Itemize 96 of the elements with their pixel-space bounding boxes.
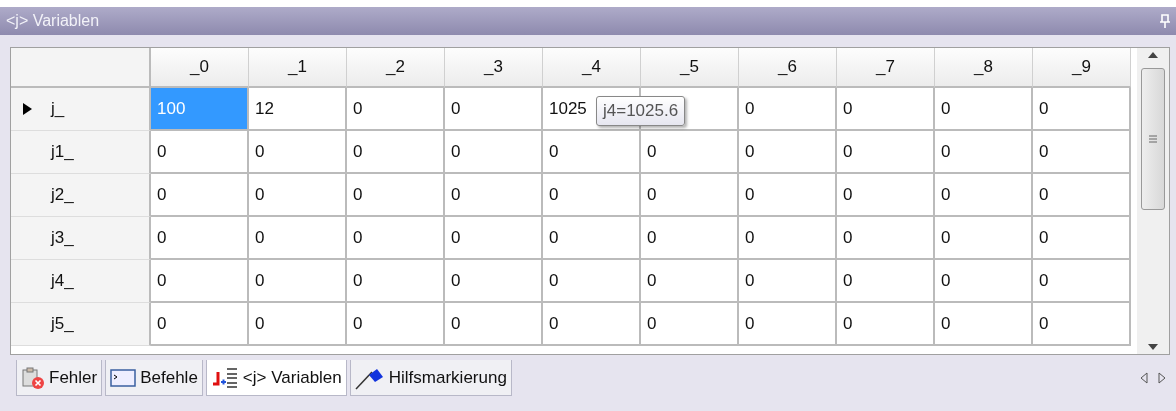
panel-tab[interactable]: <j> Variablen — [205, 360, 347, 396]
table-cell[interactable]: 0 — [445, 217, 543, 260]
row-name: j1_ — [51, 142, 74, 162]
table-cell[interactable]: 0 — [837, 217, 935, 260]
table-cell[interactable]: 0 — [347, 303, 445, 346]
table-cell[interactable]: 0 — [837, 131, 935, 174]
panel-title: <j> Variablen — [6, 12, 100, 30]
table-cell[interactable]: 0 — [641, 131, 739, 174]
table-cell[interactable]: 0 — [935, 260, 1033, 303]
table-cell[interactable]: 0 — [249, 260, 347, 303]
row-header[interactable]: j5_ — [11, 303, 151, 346]
column-header[interactable]: _5 — [641, 48, 739, 88]
column-header[interactable]: _9 — [1033, 48, 1131, 88]
grip-icon — [1149, 135, 1157, 143]
column-header[interactable]: _7 — [837, 48, 935, 88]
table-cell[interactable]: 0 — [739, 174, 837, 217]
table-cell[interactable]: 0 — [739, 217, 837, 260]
table-cell[interactable]: 0 — [1033, 174, 1131, 217]
table-cell[interactable]: 0 — [445, 174, 543, 217]
console-icon — [110, 368, 137, 387]
table-cell[interactable]: 0 — [837, 88, 935, 131]
column-header[interactable]: _1 — [249, 48, 347, 88]
row-header[interactable]: j4_ — [11, 260, 151, 303]
variables-icon — [210, 365, 239, 390]
row-name: j3_ — [51, 228, 74, 248]
table-cell[interactable]: 0 — [1033, 131, 1131, 174]
row-name: j5_ — [51, 314, 74, 334]
table-cell[interactable]: 0 — [837, 303, 935, 346]
table-cell[interactable]: 0 — [445, 131, 543, 174]
table-cell[interactable]: 0 — [249, 303, 347, 346]
scroll-down-icon[interactable] — [1148, 344, 1158, 350]
scroll-up-icon[interactable] — [1148, 52, 1158, 58]
tab-right-icon[interactable] — [1158, 372, 1166, 384]
row-header[interactable]: j3_ — [11, 217, 151, 260]
table-cell[interactable]: 0 — [739, 88, 837, 131]
panel-tab[interactable]: Befehle — [105, 360, 203, 396]
table-cell[interactable]: 0 — [739, 131, 837, 174]
row-name: j_ — [51, 99, 65, 119]
table-cell[interactable]: 0 — [151, 303, 249, 346]
table-cell[interactable]: 0 — [347, 131, 445, 174]
column-header[interactable]: _6 — [739, 48, 837, 88]
table-cell[interactable]: 0 — [935, 217, 1033, 260]
row-name: j2_ — [51, 185, 74, 205]
table-cell[interactable]: 0 — [1033, 88, 1131, 131]
table-cell[interactable]: 0 — [445, 303, 543, 346]
table-cell[interactable]: 0 — [543, 131, 641, 174]
table-cell[interactable]: 0 — [739, 303, 837, 346]
table-cell[interactable]: 0 — [935, 174, 1033, 217]
row-header[interactable]: j2_ — [11, 174, 151, 217]
table-cell[interactable]: 0 — [641, 174, 739, 217]
table-cell[interactable]: 0 — [249, 131, 347, 174]
table-cell[interactable]: 0 — [347, 217, 445, 260]
tooltip: j4=1025.6 — [596, 96, 686, 126]
vertical-scrollbar[interactable] — [1137, 48, 1169, 354]
table-cell[interactable]: 0 — [543, 303, 641, 346]
table-cell[interactable]: 0 — [347, 174, 445, 217]
panel-tab[interactable]: Hilfsmarkierung — [349, 360, 512, 396]
table-cell[interactable]: 0 — [249, 217, 347, 260]
clipboard-error-icon — [21, 365, 45, 390]
column-header[interactable]: _3 — [445, 48, 543, 88]
column-header[interactable]: _0 — [151, 48, 249, 88]
table-cell[interactable]: 0 — [543, 174, 641, 217]
column-header[interactable]: _2 — [347, 48, 445, 88]
pin-icon[interactable] — [1160, 14, 1170, 28]
table-cell[interactable]: 0 — [543, 260, 641, 303]
table-cell[interactable]: 0 — [1033, 260, 1131, 303]
table-cell[interactable]: 0 — [935, 303, 1033, 346]
scrollbar-thumb[interactable] — [1141, 68, 1165, 210]
table-cell[interactable]: 0 — [151, 217, 249, 260]
table-cell[interactable]: 0 — [641, 217, 739, 260]
table-cell[interactable]: 0 — [151, 260, 249, 303]
table-cell[interactable]: 0 — [641, 260, 739, 303]
table-cell[interactable]: 0 — [445, 88, 543, 131]
table-cell[interactable]: 0 — [1033, 303, 1131, 346]
panel-tab[interactable]: Fehler — [16, 360, 103, 396]
table-cell[interactable]: 0 — [935, 131, 1033, 174]
table-cell[interactable]: 0 — [151, 174, 249, 217]
table-cell[interactable]: 12 — [249, 88, 347, 131]
table-cell[interactable]: 0 — [935, 88, 1033, 131]
table-cell[interactable]: 0 — [837, 174, 935, 217]
table-cell[interactable]: 0 — [837, 260, 935, 303]
column-header[interactable]: _4 — [543, 48, 641, 88]
table-cell[interactable]: 0 — [739, 260, 837, 303]
row-header[interactable]: j_ — [11, 88, 151, 131]
row-header[interactable]: j1_ — [11, 131, 151, 174]
table-cell[interactable]: 0 — [249, 174, 347, 217]
table-cell[interactable]: 0 — [543, 217, 641, 260]
column-header[interactable]: _8 — [935, 48, 1033, 88]
table-cell[interactable]: 0 — [445, 260, 543, 303]
table-cell[interactable]: 0 — [151, 131, 249, 174]
tab-left-icon[interactable] — [1140, 372, 1148, 384]
row-name: j4_ — [51, 271, 74, 291]
table-cell[interactable]: 0 — [347, 88, 445, 131]
table-cell[interactable]: 0 — [1033, 217, 1131, 260]
table-cell[interactable]: 0 — [347, 260, 445, 303]
table-cell[interactable]: 0 — [641, 303, 739, 346]
